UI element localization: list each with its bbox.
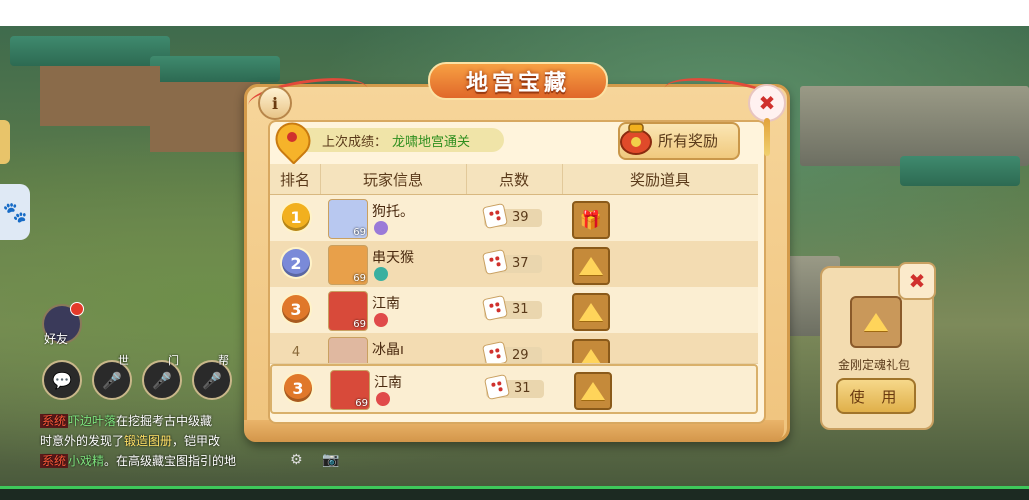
camera-icon[interactable]: 📷	[322, 452, 339, 468]
score-value: 29	[512, 348, 529, 363]
chat-text: ，铠甲改	[172, 434, 221, 448]
pavilion-roof	[150, 56, 280, 82]
chat-bubble-icon[interactable]: 💬	[42, 360, 82, 400]
chat-line: 系统 吓边叶落在挖掘考古中级藏	[40, 412, 212, 429]
header-player-info: 玩家信息	[320, 164, 467, 194]
cheese-icon[interactable]	[572, 293, 610, 331]
score-value: 37	[512, 256, 529, 271]
left-expand-tab[interactable]	[0, 120, 10, 164]
school-badge-icon	[374, 267, 388, 281]
dice-icon	[481, 248, 509, 276]
close-button[interactable]: ✖	[748, 84, 786, 122]
gift-pack-name: 金刚定魂礼包	[837, 358, 910, 372]
dialog-title: 地宫宝藏	[428, 62, 608, 100]
score-value: 39	[512, 210, 529, 225]
dice-icon	[483, 373, 511, 401]
player-avatar[interactable]: 69	[328, 291, 368, 331]
all-rewards-label[interactable]: 所有奖励	[658, 130, 718, 151]
header-points: 点数	[466, 164, 563, 194]
friends-label: 好友	[44, 332, 69, 346]
school-badge-icon	[376, 392, 390, 406]
player-level: 69	[353, 227, 366, 238]
player-level: 69	[353, 319, 366, 330]
table-row[interactable]: 1 69 狗托。 39 🎁	[270, 195, 758, 242]
player-name[interactable]: 吓边叶落	[68, 414, 116, 428]
my-rank-row[interactable]: 3 69 江南 31	[270, 364, 758, 414]
bottom-status-strip	[0, 486, 1029, 500]
dice-icon	[481, 294, 509, 322]
system-tag: 系统	[40, 454, 69, 468]
player-name: 冰晶ı	[372, 342, 404, 358]
player-name: 串天猴	[372, 250, 414, 266]
cheese-icon[interactable]	[574, 372, 612, 410]
gear-icon[interactable]: ⚙	[290, 452, 303, 468]
cheese-icon[interactable]	[572, 339, 610, 363]
gate-roof	[900, 156, 1020, 186]
info-icon[interactable]: i	[258, 86, 292, 120]
notification-dot	[70, 302, 84, 316]
gift-pack-item-icon[interactable]	[850, 296, 902, 348]
player-avatar[interactable]	[328, 337, 368, 363]
system-tag: 系统	[40, 414, 69, 428]
table-row[interactable]: 3 69 江南 31	[270, 287, 758, 334]
cheese-icon[interactable]	[572, 247, 610, 285]
player-name[interactable]: 小戏精	[68, 454, 104, 468]
rank-medal-2: 2	[282, 249, 310, 277]
last-result-label: 上次成绩：	[322, 135, 388, 150]
player-avatar[interactable]: 69	[328, 245, 368, 285]
table-row[interactable]: 4 冰晶ı 29	[270, 333, 758, 364]
chat-line: 系统 小戏精。在高级藏宝图指引的地	[40, 452, 236, 469]
world-voice-tag: 世	[118, 354, 129, 367]
chat-line: 时意外的发现了锻造图册，铠甲改	[40, 432, 220, 449]
rank-medal-1: 1	[282, 203, 310, 231]
player-level: 69	[353, 273, 366, 284]
reward-bag-icon	[620, 123, 652, 155]
player-avatar[interactable]: 69	[330, 370, 370, 410]
rank-medal-3: 3	[284, 374, 312, 402]
item-link[interactable]: 锻造图册	[124, 434, 172, 448]
dice-icon	[481, 340, 509, 363]
guild-voice-tag: 帮	[218, 354, 229, 367]
header-rank: 排名	[270, 164, 321, 194]
table-row[interactable]: 2 69 串天猴 37	[270, 241, 758, 288]
chat-text: 时意外的发现了	[40, 434, 125, 448]
location-pin-dot	[287, 132, 297, 142]
player-name: 江南	[372, 296, 400, 312]
player-name: 江南	[374, 375, 402, 391]
use-button[interactable]: 使 用	[836, 378, 916, 414]
pavilion-roof	[10, 36, 170, 66]
score-value: 31	[514, 381, 531, 396]
player-level: 69	[355, 398, 368, 409]
rank-number: 4	[291, 345, 301, 360]
header-reward-items: 奖励道具	[629, 170, 690, 189]
pavilion-wall	[40, 66, 160, 126]
paw-icon[interactable]: 🐾	[0, 184, 30, 240]
tassel-decoration	[764, 118, 770, 156]
school-badge-icon	[374, 221, 388, 235]
player-avatar[interactable]: 69	[328, 199, 368, 239]
gift-close-button[interactable]: ✖	[898, 262, 936, 300]
chat-text: 在挖掘考古中级藏	[116, 414, 213, 428]
player-name: 狗托。	[372, 204, 414, 220]
ranking-table-header: 排名 玩家信息 点数 奖励道具	[270, 164, 758, 195]
score-value: 31	[512, 302, 529, 317]
rank-medal-3: 3	[282, 295, 310, 323]
sect-voice-tag: 门	[168, 354, 179, 367]
school-badge-icon	[374, 313, 388, 327]
dice-icon	[481, 202, 509, 230]
last-result-value: 龙啸地宫通关	[392, 135, 471, 150]
stone-wall	[800, 86, 1029, 166]
chat-text: 。在高级藏宝图指引的地	[104, 454, 237, 468]
gift-icon[interactable]: 🎁	[572, 201, 610, 239]
